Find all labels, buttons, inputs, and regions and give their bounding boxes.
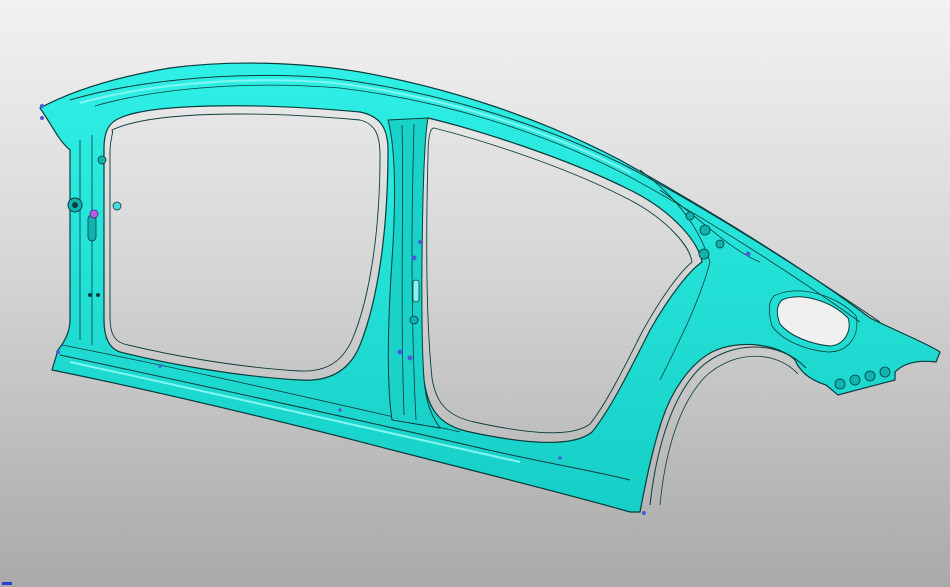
feature-point[interactable] (158, 364, 162, 368)
feature-point[interactable] (40, 104, 44, 108)
feature-point[interactable] (397, 349, 403, 355)
bracket-hole (879, 366, 891, 378)
car-body-side-model[interactable] (0, 0, 950, 587)
hinge-hole (72, 202, 78, 208)
c-pillar-hole (715, 239, 725, 249)
feature-point[interactable] (558, 456, 562, 460)
hinge-slot (87, 214, 97, 242)
axis-indicator (2, 582, 12, 585)
feature-point[interactable] (642, 511, 646, 515)
bracket-hole (849, 374, 861, 386)
bracket-hole (834, 378, 846, 390)
c-pillar-hole (698, 248, 710, 260)
bracket-hole (864, 370, 876, 382)
locator-pin[interactable] (89, 209, 99, 219)
locator-pin[interactable] (112, 201, 122, 211)
feature-point[interactable] (56, 350, 60, 354)
3d-viewport[interactable] (0, 0, 950, 587)
c-pillar-hole (699, 224, 711, 236)
feature-point[interactable] (407, 355, 413, 361)
front-door-flange (109, 113, 381, 372)
feature-point[interactable] (338, 408, 342, 412)
hinge-hole (96, 293, 100, 297)
feature-point[interactable] (418, 240, 422, 244)
body-side-panel[interactable] (39, 62, 941, 513)
rocker-highlight (69, 361, 521, 463)
c-pillar-hole (685, 211, 695, 221)
feature-point[interactable] (40, 116, 44, 120)
b-pillar-slot (412, 279, 420, 303)
feature-point[interactable] (411, 255, 417, 261)
b-pillar-hole (409, 315, 419, 325)
hinge-hole (97, 155, 107, 165)
feature-point[interactable] (745, 251, 751, 257)
hinge-hole (88, 293, 92, 297)
